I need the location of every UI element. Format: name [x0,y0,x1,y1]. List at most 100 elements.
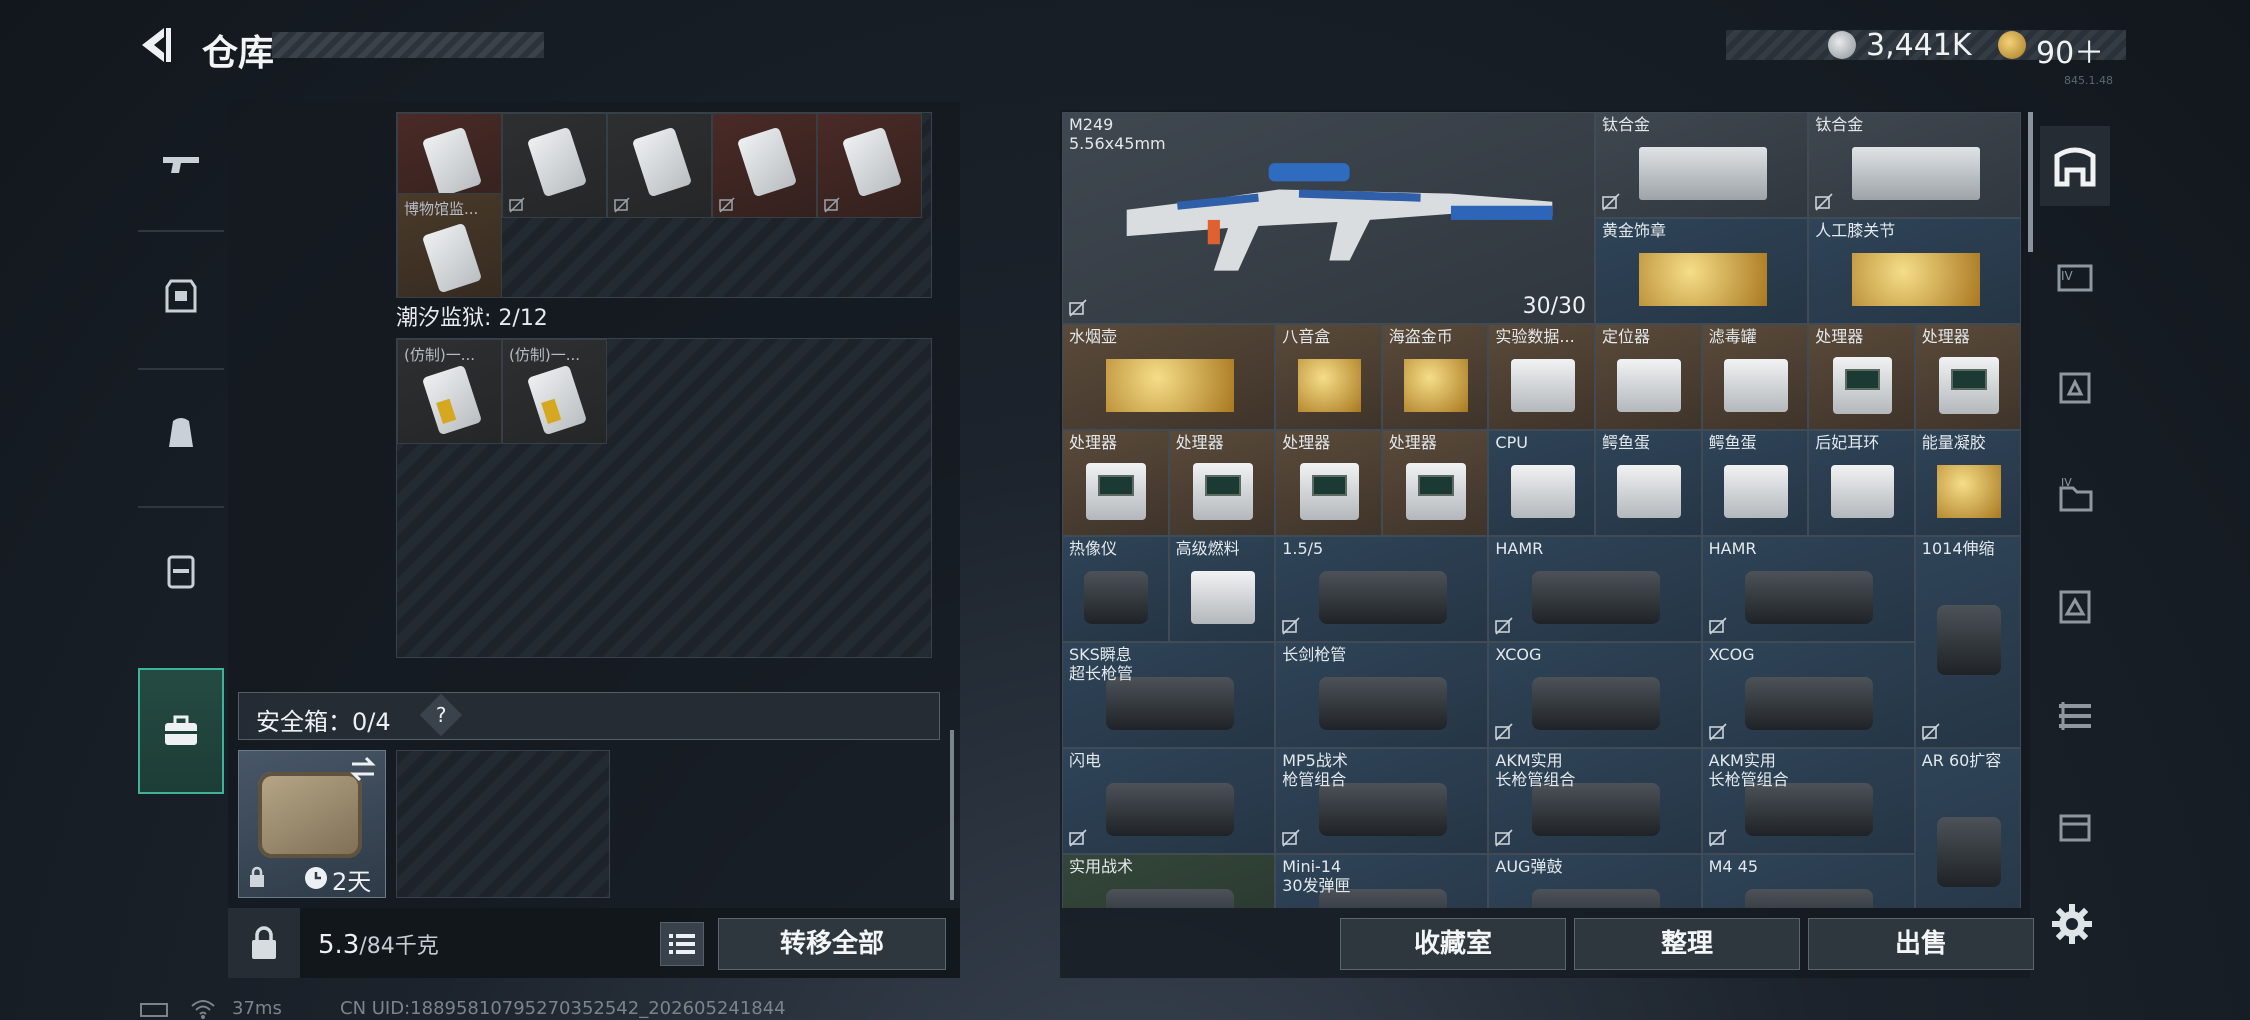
svg-text:IV: IV [2061,269,2074,283]
inventory-item-m4-45[interactable]: M4 45 [1701,854,1915,908]
inventory-item-scope-15[interactable]: 1.5/5 [1275,536,1489,642]
no-drop-icon [1495,723,1513,741]
ticket-value[interactable]: 90＋ [2036,28,2104,72]
item-label: 黄金饰章 [1602,221,1667,240]
grid-item[interactable]: 博物馆监... [397,193,502,298]
item-label: 处理器 [1069,433,1118,452]
inventory-item-gold-badge[interactable]: 黄金饰章 [1595,218,1809,324]
battery-icon [140,1003,168,1017]
grid-item[interactable] [712,113,817,218]
grid-item[interactable]: (仿制)一... [502,339,607,444]
item-label: 人工膝关节 [1815,221,1896,240]
inventory-item-m249[interactable]: M249 5.56x45mm 30/30 [1062,112,1595,324]
chest-rig-icon [167,555,195,589]
list-view-button[interactable] [660,922,704,966]
toolbar-item-helmet[interactable]: IV [2040,236,2110,316]
item-image [1105,676,1234,730]
inventory-item-cpu-1[interactable]: 处理器 [1808,324,1915,430]
crate-icon [2059,814,2091,842]
inventory-item-hamr-2[interactable]: HAMR [1701,536,1915,642]
inventory-item-hamr-1[interactable]: HAMR [1488,536,1702,642]
inventory-item-octant[interactable]: 八音盒 [1275,324,1382,430]
list-icon [669,934,695,954]
inventory-item-flash-stock[interactable]: 闪电 [1062,748,1276,854]
inventory-item-cpu-6[interactable]: 处理器 [1381,430,1489,536]
item-image [1617,358,1682,412]
inventory-item-fuel[interactable]: 高级燃料 [1168,536,1276,642]
inventory-item-aug-drum[interactable]: AUG弹鼓 [1488,854,1702,908]
inventory-item-hookah[interactable]: 水烟壶 [1062,324,1276,430]
item-image [1937,816,2002,887]
no-drop-icon [719,197,735,213]
item-label: 定位器 [1602,327,1651,346]
item-label: M4 45 [1708,857,1759,876]
inventory-item-tactical[interactable]: 实用战术 [1062,854,1276,908]
inventory-item-ar60-mag[interactable]: AR 60扩容 [1914,748,2022,908]
rail-item-safebox[interactable] [138,668,224,794]
scrollbar[interactable] [950,730,954,900]
no-drop-icon [1495,617,1513,635]
inventory-item-xcog-1[interactable]: XCOG [1488,642,1702,748]
inventory-item-cpu-4[interactable]: 处理器 [1168,430,1276,536]
inventory-item-akm-kit-2[interactable]: AKM实用 长枪管组合 [1701,748,1915,854]
rail-item-weapon[interactable] [138,102,224,228]
collection-button[interactable]: 收藏室 [1340,918,1566,970]
inventory-item-thermal[interactable]: 热像仪 [1062,536,1169,642]
rail-item-bag[interactable] [138,370,224,496]
toolbar-item-vault[interactable] [2040,126,2110,206]
item-image [1832,356,1893,415]
no-drop-icon [824,197,840,213]
inventory-item-croc-egg-2[interactable]: 鳄鱼蛋 [1701,430,1809,536]
inventory-item-lab-data[interactable]: 实验数据... [1488,324,1595,430]
inventory-item-xcog-2[interactable]: XCOG [1701,642,1915,748]
level4-helmet-icon: IV [2057,264,2093,292]
swap-icon[interactable] [348,756,378,782]
inventory-item-ti-1[interactable]: 钛合金 [1595,112,1809,218]
toolbar-item-rig[interactable]: IV [2040,456,2110,536]
inventory-item-cpu-chip[interactable]: CPU [1488,430,1595,536]
toolbar-item-armor[interactable] [2040,346,2110,426]
inventory-item-energy-gel[interactable]: 能量凝胶 [1914,430,2022,536]
item-label: HAMR [1495,539,1544,558]
toolbar-item-crate[interactable] [2040,786,2110,866]
scrollbar[interactable] [2028,112,2033,252]
item-label: 实验数据... [1495,327,1575,346]
prison-count-label: 潮汐监狱: 2/12 [396,306,548,331]
inventory-item-locator[interactable]: 定位器 [1595,324,1702,430]
svg-text:IV: IV [2061,476,2072,489]
inventory-item-pirate-coin[interactable]: 海盗金币 [1381,324,1489,430]
item-label: AUG弹鼓 [1495,857,1563,876]
grid-item[interactable]: (仿制)一... [397,339,502,444]
inventory-item-filter-can[interactable]: 滤毒罐 [1701,324,1809,430]
item-label: M249 5.56x45mm [1069,115,1166,153]
inventory-item-akm-kit-1[interactable]: AKM实用 长枪管组合 [1488,748,1702,854]
grid-item[interactable] [817,113,922,218]
back-icon[interactable] [132,22,178,68]
inventory-item-cpu-3[interactable]: 处理器 [1062,430,1169,536]
item-image [1105,888,1234,908]
inventory-item-earring[interactable]: 后妃耳环 [1808,430,1915,536]
gear-icon[interactable] [2050,902,2094,946]
toolbar-item-armor-2[interactable] [2040,566,2110,646]
inventory-item-ti-2[interactable]: 钛合金 [1808,112,2022,218]
inventory-item-knee-joint[interactable]: 人工膝关节 [1808,218,2022,324]
inventory-item-long-barrel[interactable]: 长剑枪管 [1275,642,1489,748]
rail-item-rig[interactable] [138,508,224,634]
lock-button[interactable] [228,908,300,978]
rail-item-armor[interactable] [138,232,224,358]
inventory-item-croc-egg-1[interactable]: 鳄鱼蛋 [1595,430,1702,536]
inventory-item-stock-1014[interactable]: 1014伸缩 [1914,536,2022,748]
inventory-item-mp5-kit[interactable]: MP5战术 枪管组合 [1275,748,1489,854]
toolbar-item-rifles[interactable] [2040,676,2110,756]
inventory-item-mini14[interactable]: Mini-14 30发弹匣 [1275,854,1489,908]
item-label: 实用战术 [1069,857,1134,876]
inventory-item-cpu-5[interactable]: 处理器 [1275,430,1382,536]
inventory-item-cpu-2[interactable]: 处理器 [1914,324,2022,430]
transfer-all-button[interactable]: 转移全部 [718,918,946,970]
safebox-label: 安全箱：0/4 [256,708,391,736]
grid-item[interactable] [607,113,712,218]
organize-button[interactable]: 整理 [1574,918,1800,970]
sell-button[interactable]: 出售 [1808,918,2034,970]
grid-item[interactable] [502,113,607,218]
inventory-item-sks-barrel[interactable]: SKS瞬息 超长枪管 [1062,642,1276,748]
